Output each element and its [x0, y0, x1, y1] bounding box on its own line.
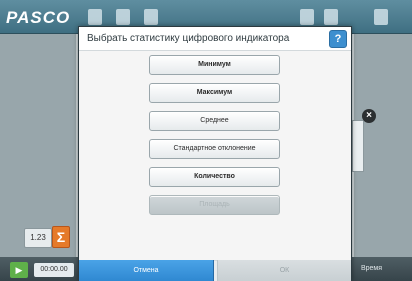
option-stddev-button[interactable]: Стандартное отклонение: [149, 139, 280, 159]
sigma-icon[interactable]: Σ: [52, 226, 70, 248]
dialog-title: Выбрать статистику цифрового индикатора: [79, 27, 351, 51]
bottom-right-label: Время: [360, 265, 382, 272]
toolbar-icon-2[interactable]: [116, 9, 130, 25]
option-mean-button[interactable]: Среднее: [149, 111, 280, 131]
option-count-button[interactable]: Количество: [149, 167, 280, 187]
pasco-logo: PASCO: [6, 8, 71, 27]
toolbar-icon-right-3[interactable]: [374, 9, 388, 25]
ok-button: ОК: [217, 260, 351, 281]
option-minimum-button[interactable]: Минимум: [149, 55, 280, 75]
option-maximum-button[interactable]: Максимум: [149, 83, 280, 103]
left-sidebar: [0, 34, 76, 257]
play-icon[interactable]: ▶: [10, 262, 28, 278]
meter-chip[interactable]: 1.23: [24, 228, 52, 248]
cancel-button[interactable]: Отмена: [79, 260, 214, 281]
toolbar-icon-1[interactable]: [88, 9, 102, 25]
help-icon[interactable]: ?: [329, 30, 347, 48]
toolbar-icon-right-2[interactable]: [324, 9, 338, 25]
right-widget[interactable]: [352, 120, 364, 172]
toolbar-icon-right-1[interactable]: [300, 9, 314, 25]
timer-readout: 00:00.00: [34, 263, 74, 277]
close-icon[interactable]: ×: [362, 109, 376, 123]
statistic-dialog: Выбрать статистику цифрового индикатора …: [78, 26, 352, 281]
option-area-button: Площадь: [149, 195, 280, 215]
toolbar-icon-3[interactable]: [144, 9, 158, 25]
